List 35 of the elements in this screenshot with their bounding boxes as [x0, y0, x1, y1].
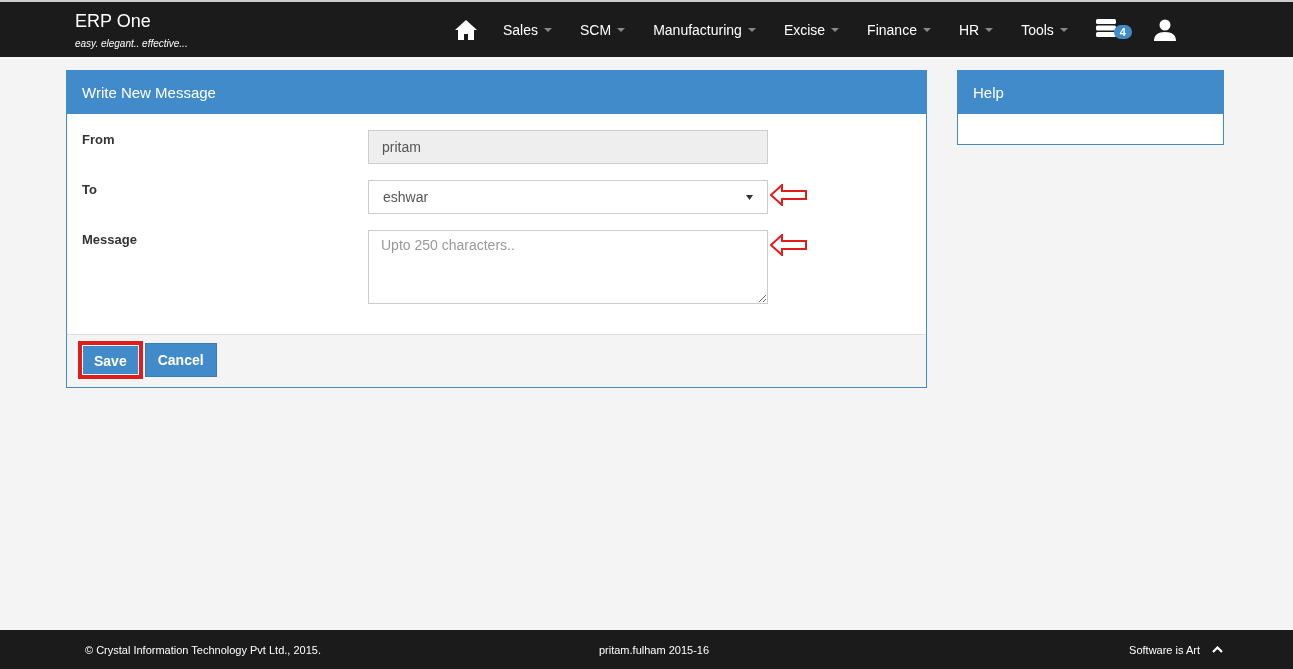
nav-menu[interactable]: SCM: [566, 21, 640, 38]
cancel-button[interactable]: Cancel: [144, 343, 217, 377]
caret-icon: [985, 27, 994, 32]
server-icon[interactable]: [1095, 19, 1116, 37]
brand-title[interactable]: ERP One: [75, 10, 455, 32]
select-field[interactable]: eshwar: [368, 180, 768, 214]
copyright-text: © Crystal Information Technology Pvt Ltd., 2015.: [85, 643, 322, 656]
caret-icon: [617, 27, 626, 32]
nav-menu[interactable]: Finance: [853, 21, 945, 38]
notification-badge: 4: [1113, 25, 1132, 39]
home-icon[interactable]: [455, 19, 477, 40]
chevron-up-icon[interactable]: [1212, 646, 1223, 653]
field-label: From: [82, 131, 116, 147]
nav-menu[interactable]: Tools: [1007, 21, 1082, 38]
caret-icon: [746, 194, 753, 200]
brand-tagline: easy. elegant.. effective...: [75, 37, 189, 49]
caret-icon: [922, 27, 931, 32]
caret-icon: [1059, 27, 1068, 32]
user-icon[interactable]: [1153, 18, 1176, 41]
save-button[interactable]: Save: [80, 343, 141, 377]
caret-icon: [747, 27, 756, 32]
nav-menu[interactable]: Sales: [489, 21, 567, 38]
message-field[interactable]: Upto 250 characters..: [368, 230, 768, 304]
slogan-text: Software is Art: [1129, 643, 1200, 656]
nav-menu[interactable]: Manufacturing: [639, 21, 770, 38]
nav-menu[interactable]: Excise: [769, 21, 854, 38]
readonly-field: pritam: [368, 130, 768, 164]
session-text: pritam.fulham 2015-16: [598, 643, 710, 656]
caret-icon: [831, 27, 840, 32]
panel-title: Write New Message: [67, 71, 926, 114]
help-title: Help: [958, 71, 1223, 114]
caret-icon: [544, 27, 553, 32]
field-label: To: [82, 181, 98, 197]
field-label: Message: [82, 231, 138, 247]
nav-menu[interactable]: HR: [944, 21, 1008, 38]
